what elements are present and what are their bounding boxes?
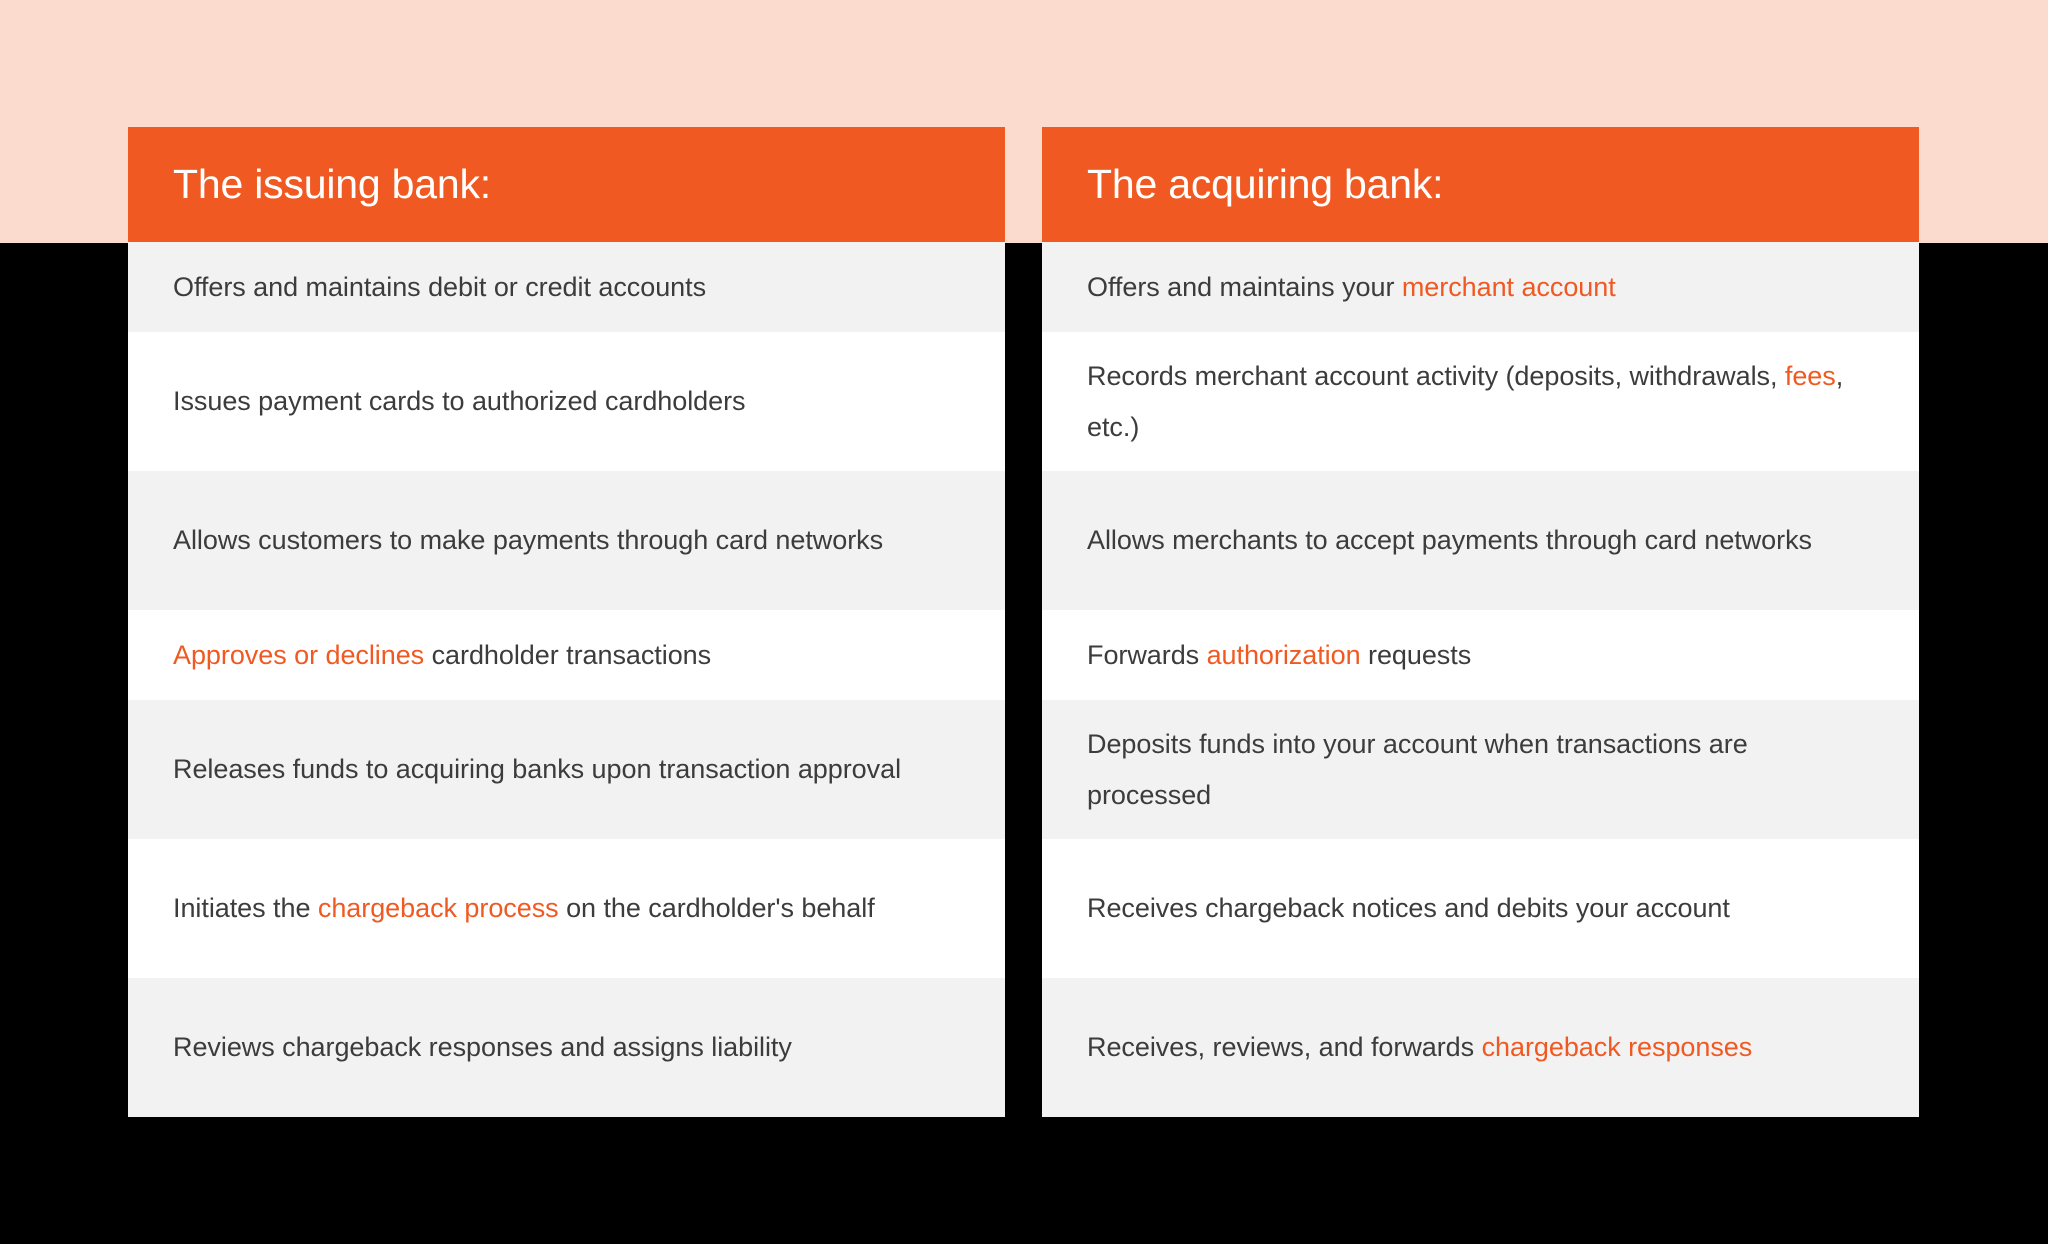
bank-card-acquiring-bank: The acquiring bank: Offers and maintains … — [1042, 127, 1919, 1117]
row-text-segment: Issues payment cards to authorized cardh… — [173, 386, 746, 416]
row-text-segment: Deposits funds into your account when tr… — [1087, 728, 1748, 810]
row-text-segment: cardholder transactions — [424, 639, 712, 670]
row-text: Initiates the chargeback process on the … — [173, 883, 960, 934]
row-text: Releases funds to acquiring banks upon t… — [173, 744, 960, 795]
highlighted-term[interactable]: chargeback responses — [1482, 1032, 1753, 1062]
highlighted-term[interactable]: authorization — [1207, 640, 1361, 670]
table-row: Initiates the chargeback process on the … — [128, 839, 1005, 978]
row-text-segment: Records merchant account activity (depos… — [1087, 360, 1785, 391]
bank-card-issuing-bank: The issuing bank: Offers and maintains de… — [128, 127, 1005, 1117]
row-text-segment: Offers and maintains debit or credit acc… — [173, 271, 707, 302]
row-text: Allows merchants to accept payments thro… — [1087, 515, 1874, 566]
row-text-segment: Releases funds to acquiring banks upon t… — [173, 754, 902, 784]
card-row-list-issuing-bank: Offers and maintains debit or credit acc… — [128, 242, 1005, 1117]
row-text: Records merchant account activity (depos… — [1087, 351, 1874, 453]
row-text: Receives chargeback notices and debits y… — [1087, 883, 1874, 934]
card-row-list-acquiring-bank: Offers and maintains your merchant accou… — [1042, 242, 1919, 1117]
row-text: Receives, reviews, and forwards chargeba… — [1087, 1022, 1874, 1073]
table-row: Approves or declines cardholder transact… — [128, 610, 1005, 700]
row-text: Offers and maintains your merchant accou… — [1087, 262, 1874, 313]
table-row: Deposits funds into your account when tr… — [1042, 700, 1919, 839]
row-text-segment: Receives, reviews, and forwards — [1087, 1032, 1482, 1062]
table-row: Offers and maintains debit or credit acc… — [128, 242, 1005, 332]
card-title-acquiring-bank: The acquiring bank: — [1087, 160, 1444, 207]
table-row: Receives, reviews, and forwards chargeba… — [1042, 978, 1919, 1117]
row-text: Approves or declines cardholder transact… — [173, 630, 960, 681]
highlighted-term[interactable]: chargeback process — [318, 893, 559, 923]
table-row: Releases funds to acquiring banks upon t… — [128, 700, 1005, 839]
table-row: Allows merchants to accept payments thro… — [1042, 471, 1919, 610]
card-header-acquiring-bank: The acquiring bank: — [1042, 127, 1919, 242]
highlighted-term[interactable]: fees — [1785, 361, 1836, 391]
table-row: Allows customers to make payments throug… — [128, 471, 1005, 610]
row-text: Reviews chargeback responses and assigns… — [173, 1022, 960, 1073]
row-text: Offers and maintains debit or credit acc… — [173, 262, 960, 313]
highlighted-term[interactable]: merchant account — [1402, 272, 1616, 302]
table-row: Forwards authorization requests — [1042, 610, 1919, 700]
row-text-segment: Reviews chargeback responses and assigns… — [173, 1032, 792, 1062]
row-text: Allows customers to make payments throug… — [173, 515, 960, 566]
table-row: Reviews chargeback responses and assigns… — [128, 978, 1005, 1117]
highlighted-term[interactable]: Approves or declines — [173, 640, 424, 670]
row-text-segment: on the cardholder's behalf — [558, 893, 875, 923]
row-text: Issues payment cards to authorized cardh… — [173, 376, 960, 427]
row-text: Deposits funds into your account when tr… — [1087, 719, 1874, 821]
row-text-segment: Receives chargeback notices and debits y… — [1087, 893, 1730, 923]
row-text: Forwards authorization requests — [1087, 630, 1874, 681]
table-row: Receives chargeback notices and debits y… — [1042, 839, 1919, 978]
row-text-segment: Initiates the — [173, 893, 318, 923]
card-title-issuing-bank: The issuing bank: — [173, 160, 491, 207]
row-text-segment: requests — [1360, 639, 1472, 670]
table-row: Records merchant account activity (depos… — [1042, 332, 1919, 471]
row-text-segment: Allows customers to make payments throug… — [173, 525, 884, 555]
table-row: Offers and maintains your merchant accou… — [1042, 242, 1919, 332]
bank-comparison-table: The issuing bank: Offers and maintains de… — [128, 127, 1920, 1117]
row-text-segment: Forwards — [1087, 639, 1207, 670]
card-header-issuing-bank: The issuing bank: — [128, 127, 1005, 242]
table-row: Issues payment cards to authorized cardh… — [128, 332, 1005, 471]
row-text-segment: Allows merchants to accept payments thro… — [1087, 525, 1812, 555]
row-text-segment: Offers and maintains your — [1087, 271, 1402, 302]
